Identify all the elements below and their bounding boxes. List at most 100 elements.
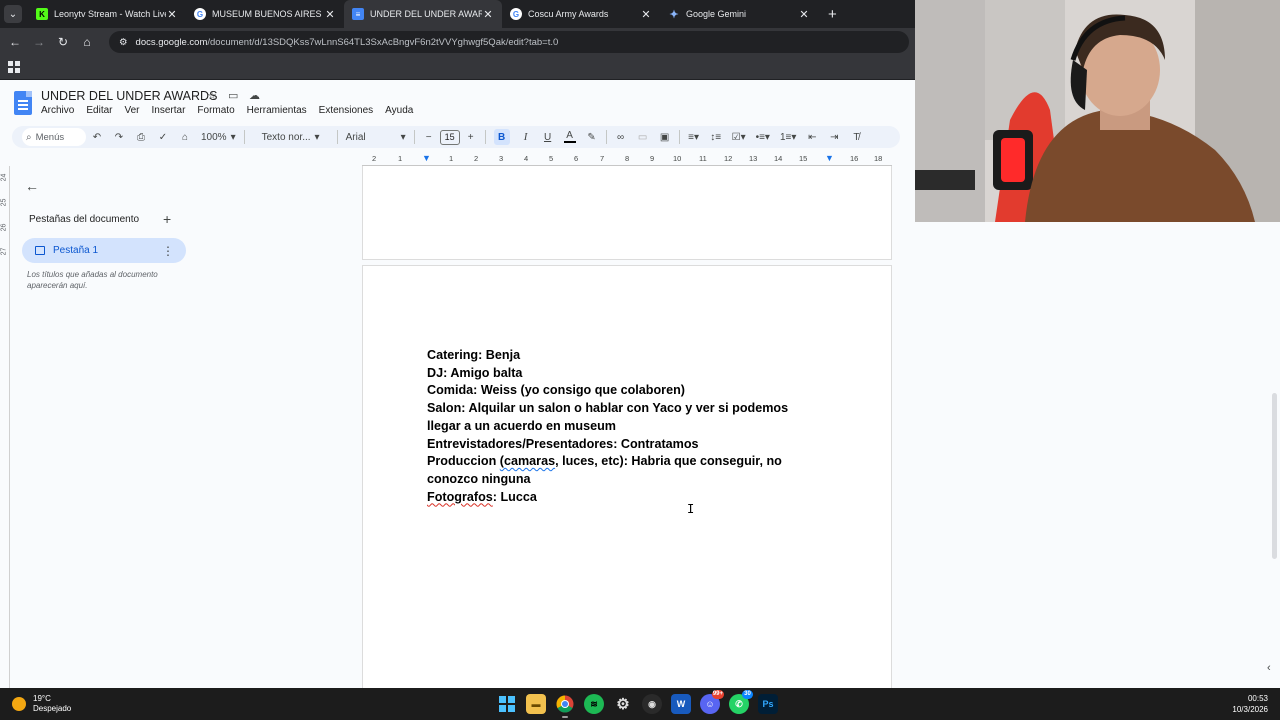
font-select[interactable]: Arial ▾ — [346, 132, 406, 143]
decrease-font-size-icon[interactable]: − — [423, 132, 435, 143]
increase-indent-icon[interactable]: ⇥ — [828, 132, 840, 143]
move-folder-icon[interactable]: ▭ — [228, 89, 238, 102]
ruler-number: 26 — [0, 223, 8, 232]
scrollbar-thumb[interactable] — [1272, 393, 1277, 559]
spellcheck-icon[interactable]: ✓ — [157, 132, 169, 143]
document-page[interactable] — [362, 166, 892, 260]
word-icon[interactable]: W — [671, 694, 691, 714]
vertical-ruler[interactable]: 24 25 26 27 — [0, 166, 10, 688]
horizontal-ruler[interactable]: 2 1 ▼ 1 2 3 4 5 6 7 8 9 10 11 12 13 14 1… — [362, 153, 892, 166]
comment-icon[interactable]: ▭ — [637, 132, 649, 143]
decrease-indent-icon[interactable]: ⇤ — [806, 132, 818, 143]
system-clock[interactable]: 00:53 10/3/2026 — [1232, 693, 1268, 715]
forward-arrow-icon[interactable]: → — [27, 35, 51, 49]
menu-search-input[interactable]: ⌕ Menús — [22, 128, 86, 146]
browser-tab-gemini[interactable]: ✦ Google Gemini ✕ — [660, 0, 818, 28]
spelling-error[interactable]: Fotografos — [427, 490, 493, 504]
discord-icon[interactable]: ☺ 99+ — [700, 690, 724, 714]
close-tab-icon[interactable]: ✕ — [324, 8, 336, 21]
docs-logo-icon[interactable] — [14, 91, 32, 115]
photoshop-icon[interactable]: Ps — [758, 694, 778, 714]
text-color-icon[interactable]: A — [563, 131, 576, 143]
sidebar-tab-label: Pestaña 1 — [53, 245, 99, 256]
browser-tab-kick[interactable]: K Leonytv Stream - Watch Live on ✕ — [28, 0, 186, 28]
zoom-select[interactable]: 100% ▾ — [201, 132, 236, 143]
indent-marker-icon[interactable]: ▼ — [825, 153, 834, 163]
divider — [336, 130, 338, 144]
menu-ver[interactable]: Ver — [124, 105, 139, 116]
document-tab-icon — [35, 246, 45, 255]
grammar-suggestion[interactable]: (camaras — [500, 454, 555, 468]
doc-text: : Lucca — [492, 489, 537, 504]
align-icon[interactable]: ≡▾ — [688, 132, 700, 143]
bold-button[interactable]: B — [493, 129, 510, 145]
home-icon[interactable]: ⌂ — [75, 35, 99, 49]
doc-text: Produccion — [427, 454, 500, 469]
spotify-icon[interactable]: ≋ — [584, 694, 604, 714]
menu-formato[interactable]: Formato — [197, 105, 234, 116]
document-body[interactable]: Catering: Benja DJ: Amigo balta Comida: … — [427, 347, 827, 506]
checklist-icon[interactable]: ☑▾ — [732, 132, 746, 143]
font-size-input[interactable]: 15 — [439, 129, 460, 145]
chevron-left-icon[interactable]: ‹ — [1267, 662, 1271, 674]
close-tab-icon[interactable]: ✕ — [166, 8, 178, 21]
ruler-number: 5 — [549, 154, 554, 163]
menu-archivo[interactable]: Archivo — [41, 105, 74, 116]
divider — [678, 130, 680, 144]
chrome-icon[interactable] — [555, 694, 575, 718]
menu-insertar[interactable]: Insertar — [152, 105, 186, 116]
ruler-number: 6 — [574, 154, 579, 163]
cloud-saved-icon[interactable]: ☁ — [249, 89, 260, 102]
style-select[interactable]: Texto nor... ▾ — [253, 132, 329, 143]
site-info-icon[interactable]: ⚙ — [119, 37, 128, 48]
highlight-icon[interactable]: ✎ — [586, 132, 598, 143]
clear-formatting-icon[interactable]: T̸ — [850, 132, 862, 143]
doc-line: Catering: Benja — [427, 348, 521, 362]
address-bar-row: ← → ↻ ⌂ ⚙ docs.google.com /document/d/13… — [0, 28, 915, 56]
obs-icon[interactable]: ◉ — [642, 694, 662, 714]
apps-grid-icon[interactable] — [8, 61, 20, 73]
menu-ayuda[interactable]: Ayuda — [385, 105, 413, 116]
increase-font-size-icon[interactable]: + — [465, 132, 477, 143]
new-tab-plus-icon[interactable]: + — [828, 6, 837, 23]
browser-tab-docs[interactable]: ≡ UNDER DEL UNDER AWARDS ✕ — [344, 0, 502, 28]
link-icon[interactable]: ∞ — [615, 132, 627, 143]
url-input[interactable]: ⚙ docs.google.com /document/d/13SDQKss7w… — [109, 31, 909, 53]
file-explorer-icon[interactable]: ▬ — [526, 694, 546, 714]
close-sidebar-arrow-icon[interactable]: ← — [25, 178, 39, 194]
tab-search-chevron-icon[interactable]: ⌄ — [4, 5, 22, 23]
menu-herramientas[interactable]: Herramientas — [247, 105, 307, 116]
italic-button[interactable]: I — [520, 131, 532, 143]
line-spacing-icon[interactable]: ↕≡ — [710, 132, 722, 143]
google-icon: G — [510, 8, 522, 20]
close-tab-icon[interactable]: ✕ — [640, 8, 652, 21]
close-tab-icon[interactable]: ✕ — [798, 8, 810, 21]
sidebar-hint-text: Los títulos que añadas al documento apar… — [27, 270, 158, 290]
image-icon[interactable]: ▣ — [659, 132, 671, 143]
numbered-list-icon[interactable]: 1≡▾ — [780, 132, 796, 143]
menu-editar[interactable]: Editar — [86, 105, 112, 116]
more-options-icon[interactable]: ⋮ — [162, 244, 174, 258]
browser-tab-coscu[interactable]: G Coscu Army Awards ✕ — [502, 0, 660, 28]
ruler-number: 1 — [398, 154, 403, 163]
document-title[interactable]: UNDER DEL UNDER AWARDS — [41, 89, 217, 103]
close-tab-icon[interactable]: ✕ — [482, 8, 494, 21]
windows-start-icon[interactable] — [497, 694, 517, 714]
menu-extensiones[interactable]: Extensiones — [319, 105, 373, 116]
indent-marker-icon[interactable]: ▼ — [422, 153, 431, 163]
print-icon[interactable]: ⎙ — [135, 132, 147, 143]
browser-tab-museum[interactable]: G MUSEUM BUENOS AIRES VACIO ✕ — [186, 0, 344, 28]
reload-icon[interactable]: ↻ — [51, 35, 75, 49]
bullet-list-icon[interactable]: •≡▾ — [756, 132, 770, 143]
redo-icon[interactable]: ↷ — [113, 132, 125, 143]
underline-button[interactable]: U — [542, 132, 554, 143]
undo-icon[interactable]: ↶ — [91, 132, 103, 143]
settings-gear-icon[interactable]: ⚙ — [613, 694, 633, 714]
weather-widget[interactable]: 19°C Despejado — [12, 694, 71, 714]
back-arrow-icon[interactable]: ← — [3, 35, 27, 49]
whatsapp-icon[interactable]: ✆ 30 — [729, 690, 753, 714]
sidebar-item-tab-1[interactable]: Pestaña 1 ⋮ — [22, 238, 186, 263]
add-tab-plus-icon[interactable]: + — [163, 211, 171, 227]
star-icon[interactable]: ☆ — [207, 89, 217, 102]
paint-format-icon[interactable]: ⌂ — [179, 132, 191, 143]
